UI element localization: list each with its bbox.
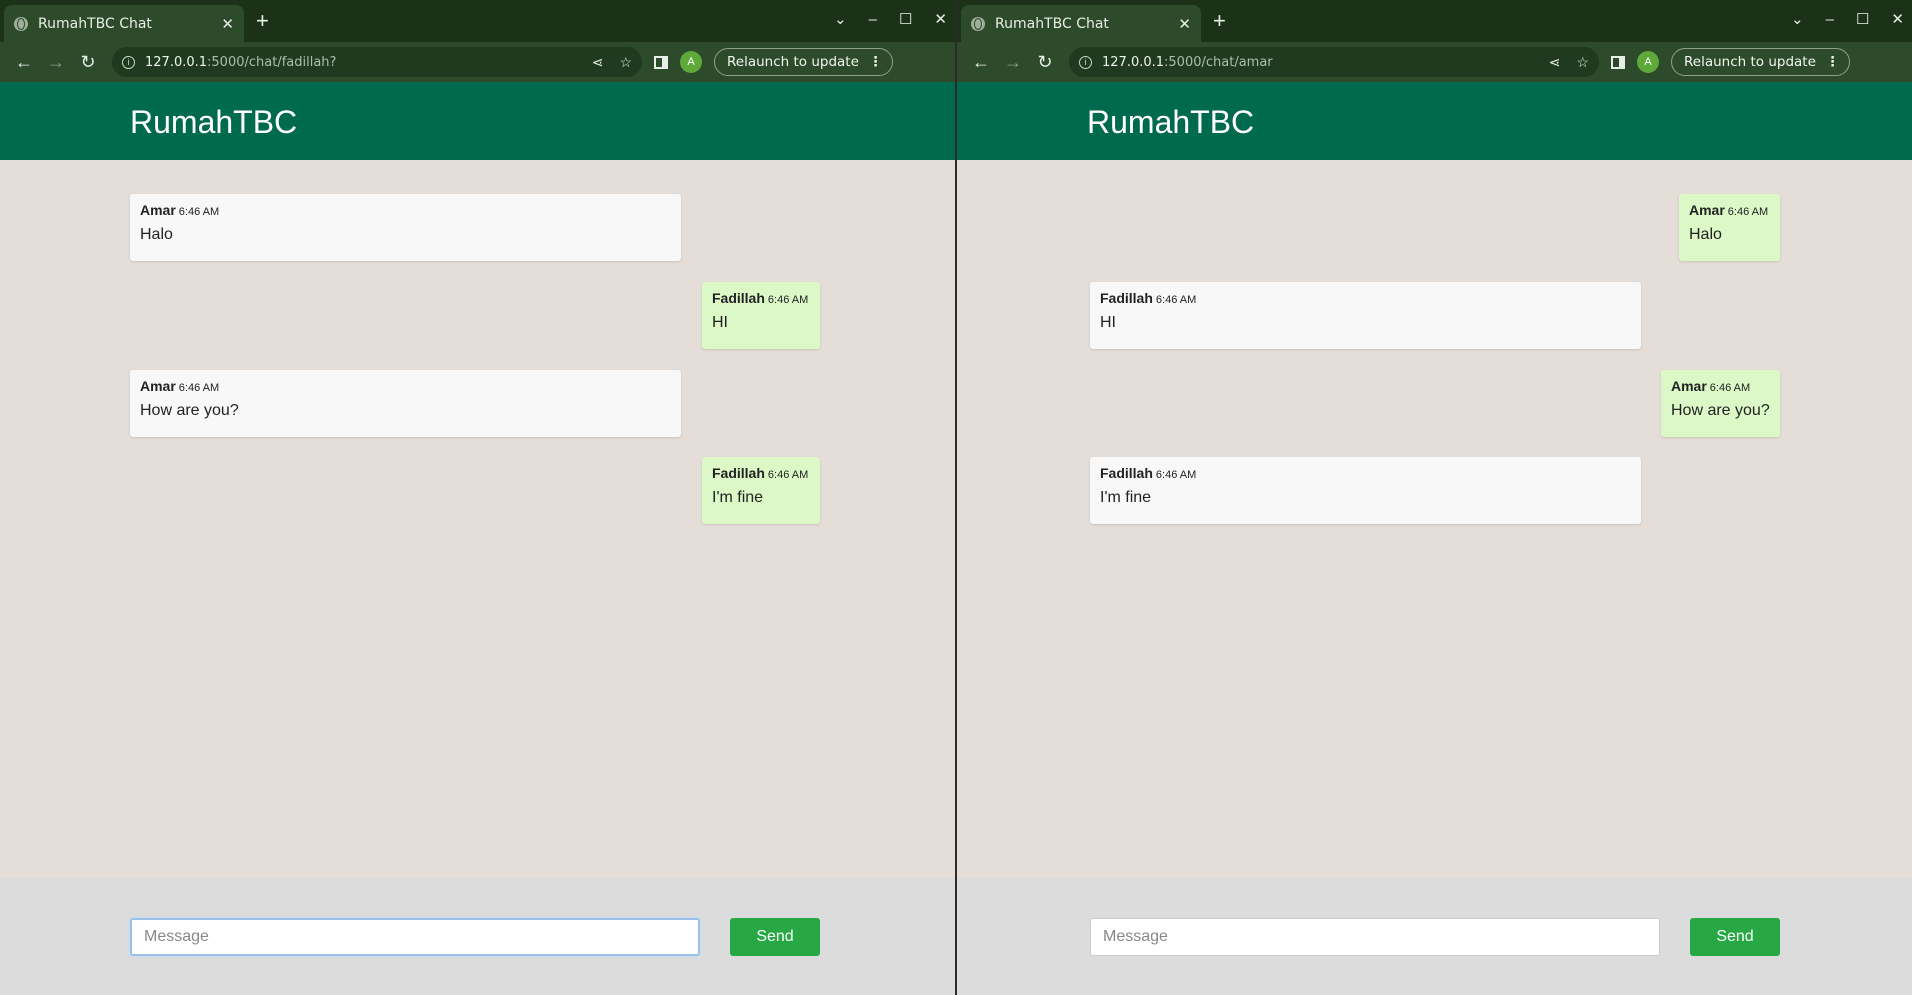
side-panel-icon[interactable]: [1611, 55, 1625, 69]
message-text: Halo: [140, 226, 173, 243]
forward-icon[interactable]: →: [40, 52, 72, 73]
relaunch-button[interactable]: Relaunch to update ⋮: [714, 48, 894, 76]
forward-icon[interactable]: →: [997, 52, 1029, 73]
chat-page: RumahTBC Amar 6:46 AM Halo Fadillah 6:46 A…: [0, 82, 955, 995]
send-button[interactable]: Send: [730, 918, 820, 956]
app-header: RumahTBC: [0, 82, 955, 160]
sender-name: Fadillah: [712, 465, 765, 481]
message-bubble-received: Fadillah 6:46 AM I'm fine: [1090, 457, 1641, 524]
app-title: RumahTBC: [1087, 104, 1255, 140]
browser-tab[interactable]: RumahTBC Chat ✕: [4, 5, 244, 42]
app-title: RumahTBC: [130, 104, 298, 140]
close-tab-icon[interactable]: ✕: [221, 15, 234, 33]
message-time: 6:46 AM: [1155, 294, 1197, 306]
share-icon[interactable]: ⋖: [1549, 54, 1561, 71]
sender-name: Fadillah: [712, 290, 765, 306]
message-bubble-sent: Amar 6:46 AM Halo: [1679, 194, 1780, 261]
message-time: 6:46 AM: [767, 294, 809, 306]
bookmark-star-icon[interactable]: ☆: [619, 54, 632, 71]
tab-search-icon[interactable]: ⌄: [834, 10, 847, 28]
browser-toolbar: ← → ↻ i 127.0.0.1:5000/chat/amar ⋖ ☆ A R…: [957, 42, 1912, 82]
window-controls: ⌄ – ☐ ✕: [1791, 10, 1904, 29]
side-panel-icon[interactable]: [654, 55, 668, 69]
tab-title: RumahTBC Chat: [38, 15, 152, 32]
menu-dots-icon: ⋮: [1825, 54, 1840, 70]
message-input[interactable]: [130, 918, 700, 956]
message-bubble-received: Amar 6:46 AM Halo: [130, 194, 681, 261]
maximize-icon[interactable]: ☐: [1856, 10, 1869, 28]
tab-strip: RumahTBC Chat ✕ + ⌄ – ☐ ✕: [0, 0, 955, 42]
close-window-icon[interactable]: ✕: [934, 10, 947, 28]
relaunch-label: Relaunch to update: [1684, 54, 1816, 70]
message-time: 6:46 AM: [1155, 469, 1197, 481]
sender-name: Amar: [1671, 378, 1707, 394]
new-tab-icon[interactable]: +: [1213, 10, 1226, 32]
message-text: HI: [1100, 314, 1116, 331]
sender-name: Amar: [140, 202, 176, 218]
message-time: 6:46 AM: [178, 206, 220, 218]
message-text: I'm fine: [712, 489, 764, 506]
browser-window-right: RumahTBC Chat ✕ + ⌄ – ☐ ✕ ← → ↻ i 127.0.…: [957, 0, 1912, 995]
app-header: RumahTBC: [957, 82, 1912, 160]
reload-icon[interactable]: ↻: [1029, 52, 1061, 73]
relaunch-label: Relaunch to update: [727, 54, 859, 70]
message-time: 6:46 AM: [767, 469, 809, 481]
site-info-icon[interactable]: i: [122, 55, 135, 69]
tab-title: RumahTBC Chat: [995, 15, 1109, 32]
minimize-icon[interactable]: –: [869, 11, 877, 28]
globe-icon: [971, 16, 985, 31]
relaunch-button[interactable]: Relaunch to update ⋮: [1671, 48, 1851, 76]
message-bubble-sent: Fadillah 6:46 AM HI: [702, 282, 820, 349]
sender-name: Fadillah: [1100, 465, 1153, 481]
new-tab-icon[interactable]: +: [256, 10, 269, 32]
message-time: 6:46 AM: [178, 382, 220, 394]
share-icon[interactable]: ⋖: [592, 54, 604, 71]
back-icon[interactable]: ←: [965, 52, 997, 73]
compose-bar: Send: [0, 878, 955, 995]
globe-icon: [14, 16, 28, 31]
window-controls: ⌄ – ☐ ✕: [834, 10, 947, 29]
address-bar[interactable]: i 127.0.0.1:5000/chat/amar ⋖ ☆: [1069, 47, 1599, 77]
message-text: How are you?: [1671, 402, 1770, 419]
url-text[interactable]: 127.0.0.1:5000/chat/amar: [1102, 55, 1533, 70]
message-bubble-received: Amar 6:46 AM How are you?: [130, 370, 681, 437]
url-text[interactable]: 127.0.0.1:5000/chat/fadillah?: [145, 55, 576, 70]
message-input[interactable]: [1090, 918, 1660, 956]
close-window-icon[interactable]: ✕: [1891, 10, 1904, 28]
close-tab-icon[interactable]: ✕: [1178, 15, 1191, 33]
message-time: 6:46 AM: [1727, 206, 1769, 218]
bookmark-star-icon[interactable]: ☆: [1576, 54, 1589, 71]
profile-avatar[interactable]: A: [1637, 51, 1659, 73]
chat-page: RumahTBC Amar 6:46 AM Halo Fadillah 6:46 A…: [957, 82, 1912, 995]
maximize-icon[interactable]: ☐: [899, 10, 912, 28]
sender-name: Fadillah: [1100, 290, 1153, 306]
site-info-icon[interactable]: i: [1079, 55, 1092, 69]
message-bubble-received: Fadillah 6:46 AM HI: [1090, 282, 1641, 349]
sender-name: Amar: [1689, 202, 1725, 218]
message-time: 6:46 AM: [1709, 382, 1751, 394]
browser-tab[interactable]: RumahTBC Chat ✕: [961, 5, 1201, 42]
message-text: I'm fine: [1100, 489, 1152, 506]
message-text: How are you?: [140, 402, 239, 419]
sender-name: Amar: [140, 378, 176, 394]
send-button[interactable]: Send: [1690, 918, 1780, 956]
tab-search-icon[interactable]: ⌄: [1791, 10, 1804, 28]
message-bubble-sent: Amar 6:46 AM How are you?: [1661, 370, 1780, 437]
profile-avatar[interactable]: A: [680, 51, 702, 73]
browser-window-left: RumahTBC Chat ✕ + ⌄ – ☐ ✕ ← → ↻ i 127.0.…: [0, 0, 955, 995]
tab-strip: RumahTBC Chat ✕ + ⌄ – ☐ ✕: [957, 0, 1912, 42]
message-bubble-sent: Fadillah 6:46 AM I'm fine: [702, 457, 820, 524]
message-text: Halo: [1689, 226, 1722, 243]
compose-bar: Send: [957, 878, 1912, 995]
minimize-icon[interactable]: –: [1826, 11, 1834, 28]
back-icon[interactable]: ←: [8, 52, 40, 73]
menu-dots-icon: ⋮: [868, 54, 883, 70]
address-bar[interactable]: i 127.0.0.1:5000/chat/fadillah? ⋖ ☆: [112, 47, 642, 77]
reload-icon[interactable]: ↻: [72, 52, 104, 73]
message-text: HI: [712, 314, 728, 331]
browser-toolbar: ← → ↻ i 127.0.0.1:5000/chat/fadillah? ⋖ …: [0, 42, 955, 82]
